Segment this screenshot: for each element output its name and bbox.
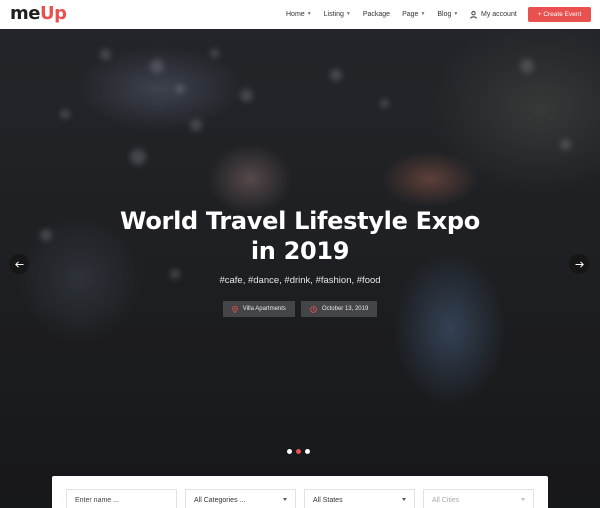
- location-label: Villa Apartments: [242, 306, 286, 312]
- nav-item-listing[interactable]: Listing ▼: [323, 10, 351, 19]
- map-pin-icon: [231, 305, 238, 313]
- name-search-field[interactable]: [66, 489, 177, 508]
- chevron-down-icon: ▼: [453, 10, 459, 17]
- chevron-down-icon: ▼: [306, 10, 312, 17]
- nav-item-page[interactable]: Page ▼: [402, 10, 426, 19]
- site-logo[interactable]: meUp: [10, 3, 67, 24]
- hero-overlay: [0, 29, 600, 508]
- slide-dot-3[interactable]: [305, 449, 310, 454]
- arrow-left-icon: [14, 260, 23, 268]
- nav-item-label: Page: [402, 11, 419, 18]
- event-search-panel: All Categories ... All States All Cities: [52, 476, 548, 508]
- slide-dot-2[interactable]: [296, 449, 301, 454]
- city-select-value: All Cities: [432, 496, 460, 504]
- event-title-line: World Travel Lifestyle Expo: [120, 207, 480, 235]
- slide-pagination: [287, 449, 310, 454]
- city-select[interactable]: All Cities: [423, 489, 534, 508]
- previous-slide-button[interactable]: [9, 254, 29, 274]
- nav-item-home[interactable]: Home ▼: [286, 10, 312, 19]
- date-chip[interactable]: October 13, 2019: [300, 301, 378, 317]
- site-header: meUp Home ▼ Listing ▼ Package Page ▼ Blog ▼ …: [0, 0, 600, 29]
- name-search-input[interactable]: [75, 496, 176, 504]
- nav-item-label: Listing: [323, 11, 344, 18]
- state-select-value: All States: [313, 496, 343, 504]
- hero-slider: World Travel Lifestyle Expo in 2019 #caf…: [0, 29, 600, 508]
- caret-down-icon: [521, 498, 525, 501]
- nav-item-label: Package: [362, 11, 391, 18]
- my-account-label: My account: [481, 11, 517, 18]
- nav-item-package[interactable]: Package: [363, 11, 390, 18]
- event-meta: Villa Apartments October 13, 2019: [0, 301, 600, 317]
- event-tags[interactable]: #cafe, #dance, #drink, #fashion, #food: [100, 275, 500, 286]
- category-select-value: All Categories ...: [194, 496, 246, 504]
- user-icon: [470, 10, 477, 19]
- nav-item-blog[interactable]: Blog ▼: [437, 10, 459, 19]
- nav-item-label: Blog: [437, 11, 452, 18]
- date-label: October 13, 2019: [321, 306, 369, 312]
- arrow-right-icon: [575, 260, 584, 268]
- state-select[interactable]: All States: [304, 489, 415, 508]
- event-title-line: in 2019: [250, 237, 350, 265]
- nav-item-label: Home: [286, 11, 305, 18]
- event-title[interactable]: World Travel Lifestyle Expo in 2019: [100, 206, 500, 266]
- category-select[interactable]: All Categories ...: [185, 489, 296, 508]
- caret-down-icon: [283, 498, 287, 501]
- my-account-link[interactable]: My account: [470, 0, 517, 29]
- create-event-button[interactable]: + Create Event: [528, 7, 591, 22]
- chevron-down-icon: ▼: [420, 10, 426, 17]
- location-chip[interactable]: Villa Apartments: [222, 301, 295, 317]
- logo-text: me: [10, 3, 40, 24]
- caret-down-icon: [402, 498, 406, 501]
- logo-accent-text: Up: [39, 3, 67, 24]
- clock-icon: [310, 305, 317, 313]
- slide-dot-1[interactable]: [287, 449, 292, 454]
- next-slide-button[interactable]: [569, 254, 589, 274]
- chevron-down-icon: ▼: [345, 10, 351, 17]
- main-nav: Home ▼ Listing ▼ Package Page ▼ Blog ▼: [286, 0, 470, 29]
